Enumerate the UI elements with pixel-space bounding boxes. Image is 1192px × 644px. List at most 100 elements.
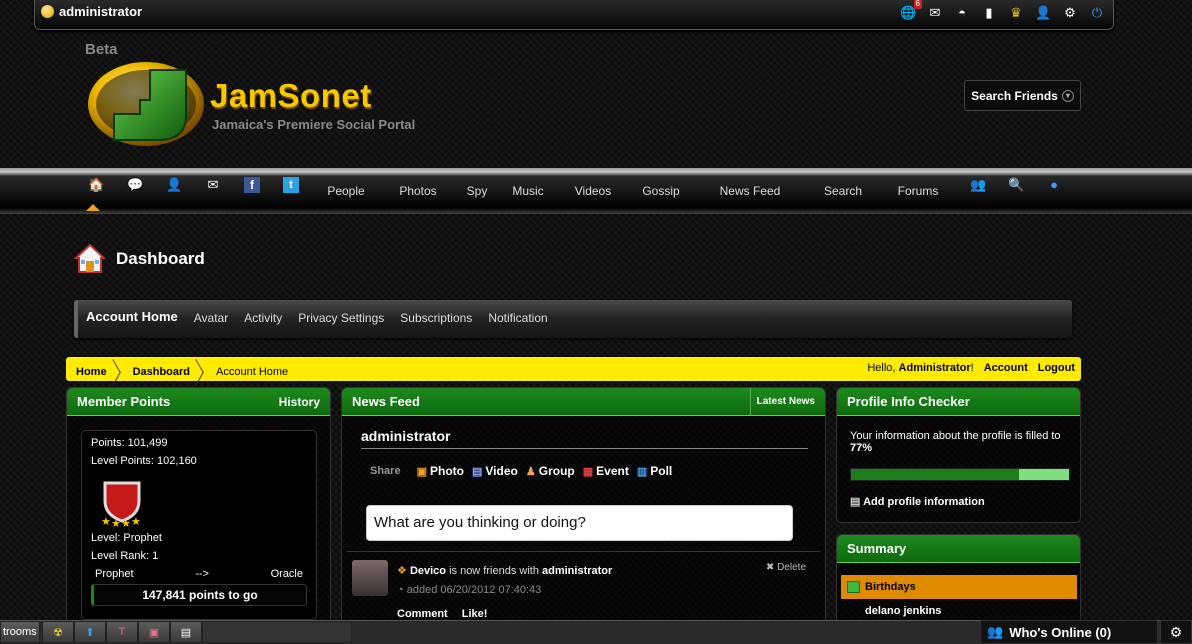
- dashboard-home-icon: [74, 243, 106, 273]
- subnav-subscriptions[interactable]: Subscriptions: [400, 311, 472, 325]
- subnav-privacy-settings[interactable]: Privacy Settings: [298, 311, 384, 325]
- share-event[interactable]: ▦ Event: [583, 464, 629, 478]
- latest-news-tab[interactable]: Latest News: [749, 387, 815, 416]
- feed-target[interactable]: administrator: [542, 565, 612, 577]
- greeting-name[interactable]: Administrator: [899, 362, 971, 374]
- mail-icon[interactable]: ✉: [205, 177, 221, 193]
- clock-icon: ◔: [397, 584, 404, 596]
- whos-online-button[interactable]: 👥 Who's Online (0): [980, 620, 1158, 644]
- video-icon: ▤: [471, 465, 483, 478]
- points-box: Points: 101,499 Level Points: 102,160 ★ …: [81, 430, 317, 620]
- share-video[interactable]: ▤ Video: [472, 464, 518, 478]
- nav-people[interactable]: People: [310, 184, 382, 198]
- share-group[interactable]: ♟ Group: [526, 464, 575, 478]
- level-label: Level: Prophet: [91, 532, 162, 544]
- phone-icon[interactable]: ▮: [981, 5, 997, 21]
- media-icon[interactable]: ▣: [138, 621, 170, 643]
- profile-fill-text: Your information about the profile is fi…: [850, 430, 1061, 454]
- top-icons: 🌐 6 ✉ ◓ ▮ ♛ 👤 ⚙ ⏻: [900, 0, 1105, 21]
- upload-icon[interactable]: ⬆: [74, 621, 106, 643]
- svg-text:★: ★: [131, 516, 141, 527]
- breadcrumb-separator: [113, 357, 121, 381]
- chat-icon[interactable]: 💬: [127, 177, 143, 193]
- poll-icon: ▥: [636, 465, 648, 478]
- level-rank-label: Level Rank: 1: [91, 550, 159, 562]
- friends-icon: ❖: [397, 565, 407, 577]
- subnav-avatar[interactable]: Avatar: [194, 311, 228, 325]
- panel-title: News Feed: [352, 394, 420, 409]
- taskbar-settings-icon[interactable]: ⚙: [1160, 620, 1192, 644]
- comment-button[interactable]: Comment: [397, 608, 448, 620]
- fan-icon[interactable]: ◓: [954, 5, 970, 21]
- next-level: Oracle: [270, 568, 303, 580]
- share-photo[interactable]: ▣ Photo: [417, 464, 464, 478]
- feed-divider: [347, 551, 820, 552]
- twitter-icon[interactable]: t: [283, 177, 299, 193]
- page-title: Dashboard: [116, 249, 205, 268]
- level-progress-row: Prophet --> Oracle: [91, 568, 307, 580]
- subnav-notification[interactable]: Notification: [488, 311, 547, 325]
- svg-text:★: ★: [121, 518, 131, 527]
- nav-search[interactable]: Search: [808, 184, 878, 198]
- home-icon[interactable]: 🏠: [88, 177, 104, 193]
- nav-spy[interactable]: Spy: [454, 184, 500, 198]
- globe-notification-icon[interactable]: 🌐 6: [900, 0, 922, 21]
- birthdays-header[interactable]: Birthdays: [841, 575, 1077, 599]
- status-smiley-icon: [41, 5, 54, 18]
- messages-icon[interactable]: ✉: [927, 5, 943, 21]
- whos-online-label: Who's Online (0): [1009, 624, 1112, 640]
- level-points-value: Level Points: 102,160: [91, 455, 197, 467]
- points-to-go: 147,841 points to go: [91, 584, 307, 606]
- globe-icon[interactable]: ●: [1046, 177, 1062, 193]
- radiation-icon[interactable]: ☢: [42, 621, 74, 643]
- nav-gossip[interactable]: Gossip: [630, 184, 692, 198]
- panel-title: Profile Info Checker: [847, 394, 970, 409]
- add-friend-icon[interactable]: 👥: [970, 177, 986, 193]
- breadcrumb-home[interactable]: Home: [76, 366, 107, 378]
- share-label: Share: [370, 465, 401, 477]
- magnifier-icon[interactable]: 🔍: [1008, 177, 1024, 193]
- feed-item-text: ❖ Devico is now friends with administrat…: [397, 565, 613, 577]
- text-tool-icon[interactable]: T: [106, 621, 138, 643]
- search-friends-button[interactable]: Search Friends ▾: [964, 80, 1081, 111]
- breadcrumb: Home Dashboard Account Home Hello, Admin…: [66, 357, 1081, 381]
- level-arrow: -->: [195, 568, 209, 580]
- status-input[interactable]: What are you thinking or doing?: [366, 505, 793, 541]
- breadcrumb-current: Account Home: [216, 365, 289, 378]
- breadcrumb-dashboard[interactable]: Dashboard: [133, 366, 190, 378]
- avatar[interactable]: [352, 560, 388, 596]
- facebook-icon[interactable]: f: [244, 177, 260, 193]
- share-poll[interactable]: ▥ Poll: [637, 464, 672, 478]
- power-icon[interactable]: ⏻: [1089, 5, 1105, 21]
- summary-panel: Summary Birthdays delano jenkins: [836, 534, 1081, 624]
- crown-icon[interactable]: ♛: [1008, 5, 1024, 21]
- subnav-activity[interactable]: Activity: [244, 311, 282, 325]
- group-icon: ♟: [525, 465, 536, 478]
- settings-icon[interactable]: ⚙: [1062, 5, 1078, 21]
- add-profile-info-link[interactable]: ▤ Add profile information: [850, 495, 985, 508]
- nav-music[interactable]: Music: [500, 184, 556, 198]
- account-link[interactable]: Account: [984, 362, 1028, 374]
- nav-forums[interactable]: Forums: [878, 184, 958, 198]
- logout-link[interactable]: Logout: [1038, 362, 1075, 374]
- like-button[interactable]: Like!: [462, 608, 488, 620]
- profile-icon[interactable]: 👤: [1035, 5, 1051, 21]
- gift-icon: [847, 581, 860, 593]
- profile-fill-percent: 77%: [850, 442, 873, 454]
- nav-videos[interactable]: Videos: [556, 184, 630, 198]
- history-link[interactable]: History: [279, 395, 320, 409]
- people-icon: 👥: [987, 624, 1004, 639]
- current-level: Prophet: [95, 568, 134, 580]
- chatrooms-tab[interactable]: trooms: [0, 621, 40, 643]
- feed-actor[interactable]: Devico: [410, 565, 446, 577]
- nav-photos[interactable]: Photos: [382, 184, 454, 198]
- current-user[interactable]: administrator: [41, 4, 142, 19]
- site-tagline: Jamaica's Premiere Social Portal: [212, 117, 416, 132]
- profile-icon[interactable]: 👤: [166, 177, 182, 193]
- delete-button[interactable]: ✖ Delete: [766, 562, 806, 573]
- birthday-name[interactable]: delano jenkins: [865, 605, 941, 617]
- account-subnav: Account Home Avatar Activity Privacy Set…: [74, 300, 1072, 338]
- nav-news-feed[interactable]: News Feed: [692, 184, 808, 198]
- subnav-account-home[interactable]: Account Home: [86, 309, 178, 325]
- notes-icon[interactable]: ▤: [170, 621, 202, 643]
